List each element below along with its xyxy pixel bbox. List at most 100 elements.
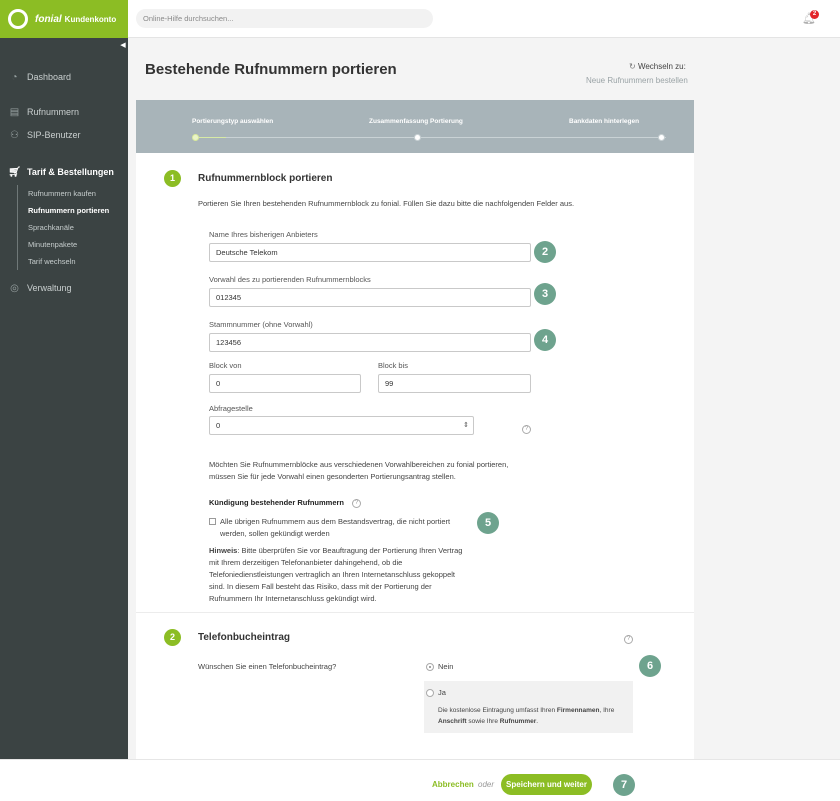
footer-bar: Abbrechen oder Speichern und weiter 7 [0, 759, 840, 801]
sidebar-item-dashboard[interactable]: ◔ Dashboard [0, 67, 128, 87]
note-text: Die kostenlose Eintragung umfasst Ihren [438, 707, 557, 714]
note-text: . [536, 718, 539, 725]
subnav-item-tarif-wechseln[interactable]: Tarif wechseln [28, 253, 128, 270]
settings-icon: ◎ [10, 282, 19, 294]
marker-6: 6 [639, 655, 661, 677]
sidebar-subnav: Rufnummern kaufen Rufnummern portieren S… [17, 185, 128, 270]
note-text: , Ihre [599, 707, 615, 714]
sidebar-item-label: Tarif & Bestellungen [27, 167, 114, 177]
users-icon: ⚇ [10, 129, 19, 141]
subnav-item-sprachkanaele[interactable]: Sprachkanäle [28, 219, 128, 236]
provider-input[interactable]: Deutsche Telekom [209, 243, 531, 262]
phonebook-yes-option: Ja Die kostenlose Eintragung umfasst Ihr… [424, 681, 633, 733]
phone-book-icon: ▤ [9, 106, 20, 118]
help-icon[interactable]: ? [522, 425, 531, 434]
logo[interactable]: fonial Kundenkonto [0, 0, 128, 38]
marker-3: 3 [534, 283, 556, 305]
cancel-numbers-checkbox[interactable] [209, 518, 216, 525]
prefix-label: Vorwahl des zu portierenden Rufnummernbl… [209, 275, 371, 284]
search-input[interactable]: Online-Hilfe durchsuchen... [136, 9, 433, 28]
hint-line-4: sind. In diesem Fall besteht das Risiko,… [209, 582, 432, 591]
section-2-number: 2 [164, 629, 181, 646]
step-1-dot [192, 134, 199, 141]
hint-line-1: Hinweis: Bitte überprüfen Sie vor Beauft… [209, 545, 462, 557]
block-to-input[interactable]: 99 [378, 374, 531, 393]
section-1-number: 1 [164, 170, 181, 187]
sidebar-item-verwaltung[interactable]: ◎ Verwaltung [0, 278, 128, 298]
section-1-intro: Portieren Sie Ihren bestehenden Rufnumme… [198, 199, 575, 208]
sidebar-item-label: Rufnummern [27, 107, 80, 117]
brand-name: fonial [35, 13, 62, 25]
subnav-item-kaufen[interactable]: Rufnummern kaufen [28, 185, 128, 202]
cart-icon: 🛒︎ [8, 166, 21, 178]
phonebook-yes-label[interactable]: Ja [438, 687, 446, 699]
query-point-select[interactable]: 0 ⇕ [209, 416, 474, 435]
subnav-item-portieren[interactable]: Rufnummern portieren [28, 202, 128, 219]
help-icon[interactable]: ? [352, 499, 361, 508]
hint-text: : Bitte überprüfen Sie vor Beauftragung … [237, 546, 463, 555]
step-line [226, 137, 666, 138]
note-bold: Firmennamen [556, 707, 600, 714]
prefix-input[interactable]: 012345 [209, 288, 531, 307]
step-3-label: Bankdaten hinterlegen [569, 118, 640, 125]
step-2-dot [414, 134, 421, 141]
block-to-label: Block bis [378, 361, 409, 370]
switch-label: ↻ Wechseln zu: [629, 62, 686, 71]
hint-line-2: mit Ihrem derzeitigen Telefonanbieter da… [209, 558, 403, 567]
subnav-item-minutenpakete[interactable]: Minutenpakete [28, 236, 128, 253]
marker-7: 7 [613, 774, 635, 796]
marker-5: 5 [477, 512, 499, 534]
cancel-numbers-label-2[interactable]: werden, sollen gekündigt werden [220, 528, 330, 540]
phonebook-no-label[interactable]: Nein [438, 661, 453, 673]
sidebar-nav: ◔ Dashboard ▤ Rufnummern ⚇ SIP-Benutzer … [0, 67, 128, 298]
dashboard-icon: ◔ [11, 71, 18, 83]
form-card: 1 Rufnummernblock portieren Portieren Si… [136, 153, 694, 759]
query-point-value: 0 [216, 421, 221, 430]
switch-icon: ↻ [629, 62, 636, 71]
sidebar: fonial Kundenkonto ◀ ◔ Dashboard ▤ Rufnu… [0, 0, 128, 759]
progress-stepper: Portierungstyp auswählen Zusammenfassung… [136, 100, 694, 153]
phonebook-yes-note-1: Die kostenlose Eintragung umfasst Ihren … [438, 705, 614, 716]
save-continue-button[interactable]: Speichern und weiter [501, 774, 592, 795]
marker-4: 4 [534, 329, 556, 351]
or-text: oder [478, 780, 495, 789]
sidebar-item-label: Verwaltung [27, 283, 72, 293]
brand-product: Kundenkonto [64, 14, 117, 24]
switch-label-text: Wechseln zu: [637, 62, 686, 71]
phonebook-yes-note-2: Anschrift sowie Ihre Rufnummer. [438, 716, 538, 727]
sidebar-item-label: SIP-Benutzer [27, 130, 81, 140]
sidebar-item-sip-benutzer[interactable]: ⚇ SIP-Benutzer [0, 125, 128, 145]
hint-bold: Hinweis [209, 546, 238, 555]
marker-2: 2 [534, 241, 556, 263]
phonebook-yes-radio[interactable] [426, 689, 434, 697]
sidebar-item-label: Dashboard [27, 72, 72, 82]
sidebar-item-tarif[interactable]: 🛒︎ Tarif & Bestellungen [0, 162, 128, 182]
section-2-title: Telefonbucheintrag [198, 632, 291, 643]
section-divider [136, 612, 694, 613]
base-number-label: Stammnummer (ohne Vorwahl) [209, 320, 313, 329]
logo-ring-icon [8, 9, 28, 29]
query-point-label: Abfragestelle [209, 404, 253, 413]
block-from-input[interactable]: 0 [209, 374, 361, 393]
cancel-link[interactable]: Abbrechen [432, 780, 474, 789]
cancel-numbers-label-1[interactable]: Alle übrigen Rufnummern aus dem Bestands… [220, 516, 450, 528]
topbar: Online-Hilfe durchsuchen... 🔔︎ 2 [128, 0, 840, 38]
note-bold: Rufnummer [499, 718, 537, 725]
step-line-done [196, 137, 226, 138]
base-number-input[interactable]: 123456 [209, 333, 531, 352]
phonebook-no-radio[interactable] [426, 663, 434, 671]
block-from-label: Block von [209, 361, 242, 370]
section-1-title: Rufnummernblock portieren [198, 173, 333, 184]
phonebook-question: Wünschen Sie einen Telefonbucheintrag? [198, 662, 337, 671]
multi-prefix-note-1: Möchten Sie Rufnummernblöcke aus verschi… [209, 460, 509, 469]
provider-label: Name Ihres bisherigen Anbieters [209, 230, 318, 239]
help-icon[interactable]: ? [624, 635, 633, 644]
note-text: sowie Ihre [466, 718, 500, 725]
sidebar-item-rufnummern[interactable]: ▤ Rufnummern [0, 102, 128, 122]
select-arrows-icon: ⇕ [463, 422, 469, 429]
new-numbers-link[interactable]: Neue Rufnummern bestellen [586, 76, 688, 85]
page-title: Bestehende Rufnummern portieren [145, 61, 397, 78]
cancellation-heading: Kündigung bestehender Rufnummern [209, 498, 344, 507]
step-1-label: Portierungstyp auswählen [192, 118, 274, 125]
collapse-sidebar-icon[interactable]: ◀ [118, 40, 128, 52]
